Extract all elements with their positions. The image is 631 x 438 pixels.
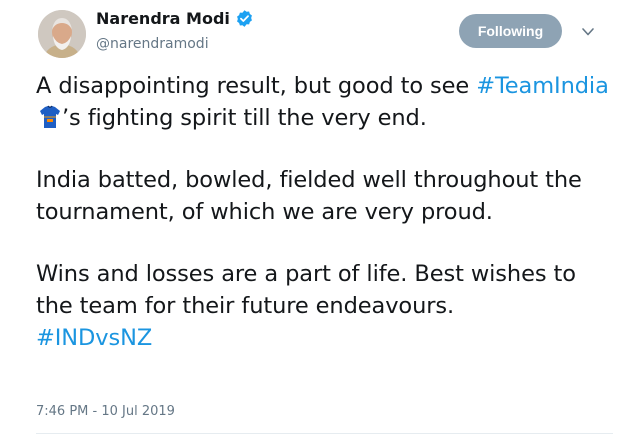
chevron-down-icon[interactable] <box>580 26 596 38</box>
jersey-icon <box>40 105 60 128</box>
tweet-paragraph-2: India batted, bowled, fielded well throu… <box>36 167 582 225</box>
verified-badge-icon <box>236 10 252 27</box>
hashtag-indvsnz[interactable]: #INDvsNZ <box>36 325 152 351</box>
author-handle[interactable]: @narendramodi <box>96 36 209 52</box>
tweet-paragraph-1: A disappointing result, but good to see … <box>36 70 616 134</box>
tweet-text: A disappointing result, but good to see … <box>36 70 616 354</box>
tweet-text-segment: A disappointing result, but good to see <box>36 73 470 99</box>
profile-photo <box>38 10 86 58</box>
tweet-paragraph-3: Wins and losses are a part of life. Best… <box>36 258 616 354</box>
hashtag-teamindia[interactable]: #TeamIndia <box>476 73 609 99</box>
avatar[interactable] <box>38 10 86 58</box>
author-name[interactable]: Narendra Modi <box>96 9 254 28</box>
tweet-timestamp[interactable]: 7:46 PM - 10 Jul 2019 <box>36 404 175 419</box>
following-button[interactable]: Following <box>459 14 562 48</box>
tweet-text-segment: ’s fighting spirit till the very end. <box>62 105 427 131</box>
divider <box>36 433 613 434</box>
tweet-text-segment: Wins and losses are a part of life. Best… <box>36 261 576 319</box>
author-name-text[interactable]: Narendra Modi <box>96 9 230 28</box>
